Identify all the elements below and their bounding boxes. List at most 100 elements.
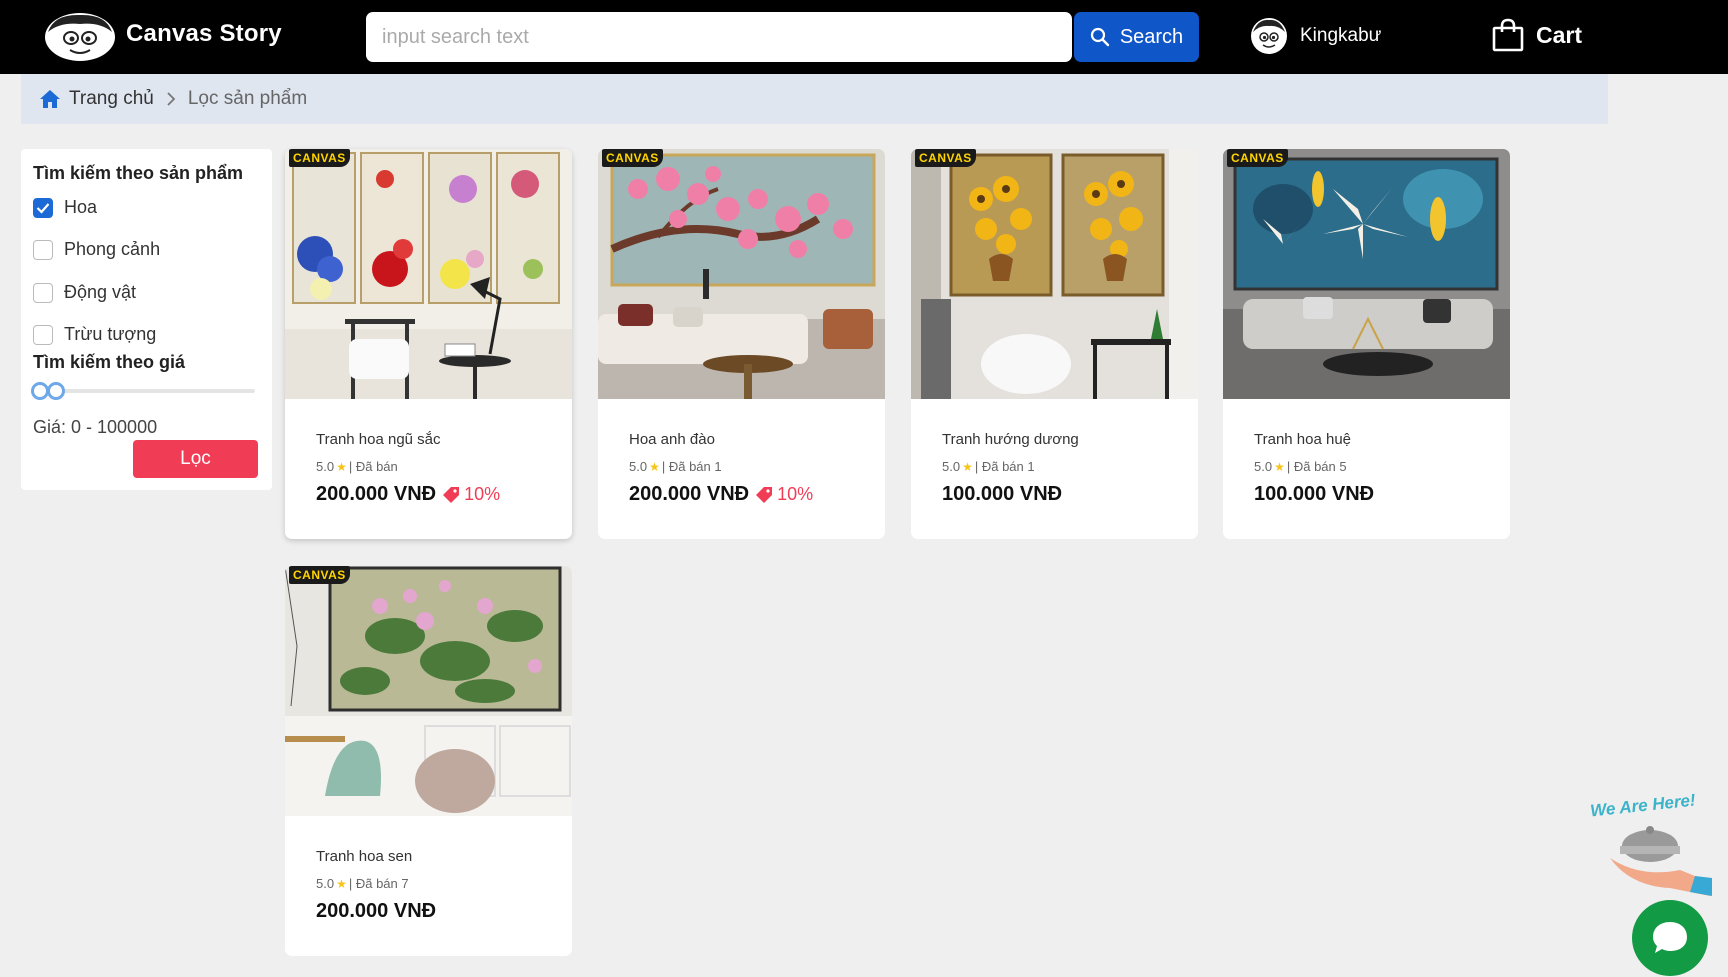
category-label: Động vật bbox=[64, 282, 137, 302]
product-sold: | Đã bán 1 bbox=[661, 459, 722, 474]
price-range-slider[interactable] bbox=[31, 382, 255, 400]
brand-name[interactable]: Canvas Story bbox=[126, 20, 282, 48]
filter-price-title: Tìm kiếm theo giá bbox=[33, 352, 186, 372]
star-icon: ★ bbox=[1274, 459, 1285, 474]
product-info: Tranh hoa huệ 5.0 ★ | Đã bán 5 100.000 V… bbox=[1223, 399, 1510, 539]
slider-handle-max[interactable] bbox=[47, 382, 65, 400]
product-info: Tranh hoa ngũ sắc 5.0 ★ | Đã bán 200.000… bbox=[285, 399, 572, 539]
product-name[interactable]: Hoa anh đào bbox=[629, 431, 715, 448]
chat-bubble-icon bbox=[1653, 922, 1687, 953]
search-button-label: Search bbox=[1119, 25, 1184, 48]
category-checkbox-hoa[interactable]: Hoa bbox=[33, 197, 97, 218]
product-card[interactable]: CANVAS Tranh hướng dương 5.0 ★ | Đã bán … bbox=[911, 149, 1198, 539]
canvas-badge: CANVAS bbox=[915, 149, 976, 167]
category-label: Trừu tượng bbox=[64, 324, 157, 344]
product-meta: 5.0 ★ | Đã bán 1 bbox=[942, 459, 1035, 474]
product-rating: 5.0 bbox=[942, 459, 961, 474]
category-checkbox-truu-tuong[interactable]: Trừu tượng bbox=[33, 324, 156, 345]
filter-panel: Tìm kiếm theo sản phẩm Hoa Phong cảnh Độ… bbox=[21, 149, 272, 490]
price-range-text: Giá: 0 - 100000 bbox=[33, 417, 158, 437]
cart-label: Cart bbox=[1536, 21, 1583, 48]
product-image[interactable]: CANVAS bbox=[285, 149, 572, 399]
star-icon: ★ bbox=[336, 459, 347, 474]
category-label: Hoa bbox=[64, 197, 98, 217]
checkbox-icon[interactable] bbox=[33, 324, 53, 345]
canvas-badge: CANVAS bbox=[1227, 149, 1288, 167]
product-sold: | Đã bán 1 bbox=[974, 459, 1035, 474]
canvas-badge: CANVAS bbox=[289, 149, 350, 167]
category-checkbox-dong-vat[interactable]: Động vật bbox=[33, 282, 136, 303]
product-meta: 5.0 ★ | Đã bán 5 bbox=[1254, 459, 1347, 474]
product-info: Tranh hoa sen 5.0 ★ | Đã bán 7 200.000 V… bbox=[285, 816, 572, 956]
product-image[interactable]: CANVAS bbox=[911, 149, 1198, 399]
product-card[interactable]: CANVAS Tranh hoa ngũ sắc 5.0 ★ | Đã bán … bbox=[285, 149, 572, 539]
product-card[interactable]: CANVAS Hoa anh đào 5.0 ★ | Đã bán 1 200.… bbox=[598, 149, 885, 539]
price-row: 200.000 VNĐ bbox=[316, 900, 436, 923]
search-icon bbox=[1090, 27, 1110, 47]
discount-value: 10% bbox=[464, 484, 501, 504]
breadcrumb-home-label: Trang chủ bbox=[69, 88, 154, 109]
user-avatar-icon bbox=[1251, 18, 1287, 54]
canvas-badge: CANVAS bbox=[289, 566, 350, 584]
star-icon: ★ bbox=[336, 876, 347, 891]
discount-value: 10% bbox=[777, 484, 814, 504]
category-checkbox-phong-canh[interactable]: Phong cảnh bbox=[33, 239, 160, 260]
logo-cartoon-face-icon[interactable] bbox=[44, 12, 116, 62]
chevron-right-icon bbox=[166, 92, 176, 106]
search-button[interactable]: Search bbox=[1074, 12, 1199, 62]
product-info: Hoa anh đào 5.0 ★ | Đã bán 1 200.000 VNĐ… bbox=[598, 399, 885, 539]
star-icon: ★ bbox=[649, 459, 660, 474]
discount-badge: 10% bbox=[442, 484, 500, 505]
user-menu[interactable]: Kingkabư bbox=[1250, 17, 1381, 55]
product-name[interactable]: Tranh hoa sen bbox=[316, 848, 412, 865]
product-card[interactable]: CANVAS Tranh hoa sen 5.0 ★ | Đã bán 7 20… bbox=[285, 566, 572, 956]
product-rating: 5.0 bbox=[629, 459, 648, 474]
product-image[interactable]: CANVAS bbox=[285, 566, 572, 816]
product-meta: 5.0 ★ | Đã bán bbox=[316, 459, 398, 474]
product-image[interactable]: CANVAS bbox=[1223, 149, 1510, 399]
product-image[interactable]: CANVAS bbox=[598, 149, 885, 399]
breadcrumb: Trang chủ Lọc sản phẩm bbox=[21, 74, 1608, 124]
product-meta: 5.0 ★ | Đã bán 1 bbox=[629, 459, 722, 474]
home-icon bbox=[40, 90, 60, 108]
product-sold: | Đã bán bbox=[348, 459, 398, 474]
search-input[interactable] bbox=[366, 12, 1072, 62]
chat-button[interactable] bbox=[1632, 900, 1708, 976]
product-price: 200.000 VNĐ bbox=[629, 483, 750, 505]
canvas-badge: CANVAS bbox=[602, 149, 663, 167]
product-price: 200.000 VNĐ bbox=[316, 483, 437, 505]
product-name[interactable]: Tranh hướng dương bbox=[942, 431, 1079, 448]
breadcrumb-home[interactable]: Trang chủ bbox=[39, 88, 154, 110]
product-rating: 5.0 bbox=[316, 459, 335, 474]
cart-button[interactable]: Cart bbox=[1492, 18, 1582, 52]
price-row: 200.000 VNĐ 10% bbox=[316, 483, 500, 506]
breadcrumb-current: Lọc sản phẩm bbox=[187, 88, 308, 109]
price-row: 100.000 VNĐ bbox=[942, 483, 1062, 506]
discount-badge: 10% bbox=[755, 484, 813, 505]
username: Kingkabư bbox=[1300, 25, 1382, 46]
product-price: 100.000 VNĐ bbox=[942, 483, 1063, 505]
product-price: 100.000 VNĐ bbox=[1254, 483, 1375, 505]
product-price: 200.000 VNĐ bbox=[316, 900, 437, 922]
product-sold: | Đã bán 7 bbox=[348, 876, 409, 891]
price-row: 100.000 VNĐ bbox=[1254, 483, 1374, 506]
category-label: Phong cảnh bbox=[64, 239, 161, 259]
product-info: Tranh hướng dương 5.0 ★ | Đã bán 1 100.0… bbox=[911, 399, 1198, 539]
price-row: 200.000 VNĐ 10% bbox=[629, 483, 813, 506]
filter-product-title: Tìm kiếm theo sản phẩm bbox=[33, 163, 244, 183]
product-name[interactable]: Tranh hoa huệ bbox=[1254, 431, 1351, 448]
checkbox-icon[interactable] bbox=[33, 239, 53, 260]
shopping-bag-icon bbox=[1492, 18, 1524, 52]
product-card[interactable]: CANVAS Tranh hoa huệ 5.0 ★ | Đã bán 5 10… bbox=[1223, 149, 1510, 539]
service-bell-hand-icon[interactable] bbox=[1600, 818, 1715, 898]
star-icon: ★ bbox=[962, 459, 973, 474]
product-rating: 5.0 bbox=[316, 876, 335, 891]
product-rating: 5.0 bbox=[1254, 459, 1273, 474]
filter-button[interactable]: Lọc bbox=[133, 440, 258, 478]
checkbox-checked-icon[interactable] bbox=[33, 197, 53, 218]
price-tag-icon bbox=[443, 486, 460, 503]
price-tag-icon bbox=[756, 486, 773, 503]
product-name[interactable]: Tranh hoa ngũ sắc bbox=[316, 431, 441, 448]
chat-tagline: We Are Here! bbox=[1589, 790, 1697, 821]
checkbox-icon[interactable] bbox=[33, 282, 53, 303]
